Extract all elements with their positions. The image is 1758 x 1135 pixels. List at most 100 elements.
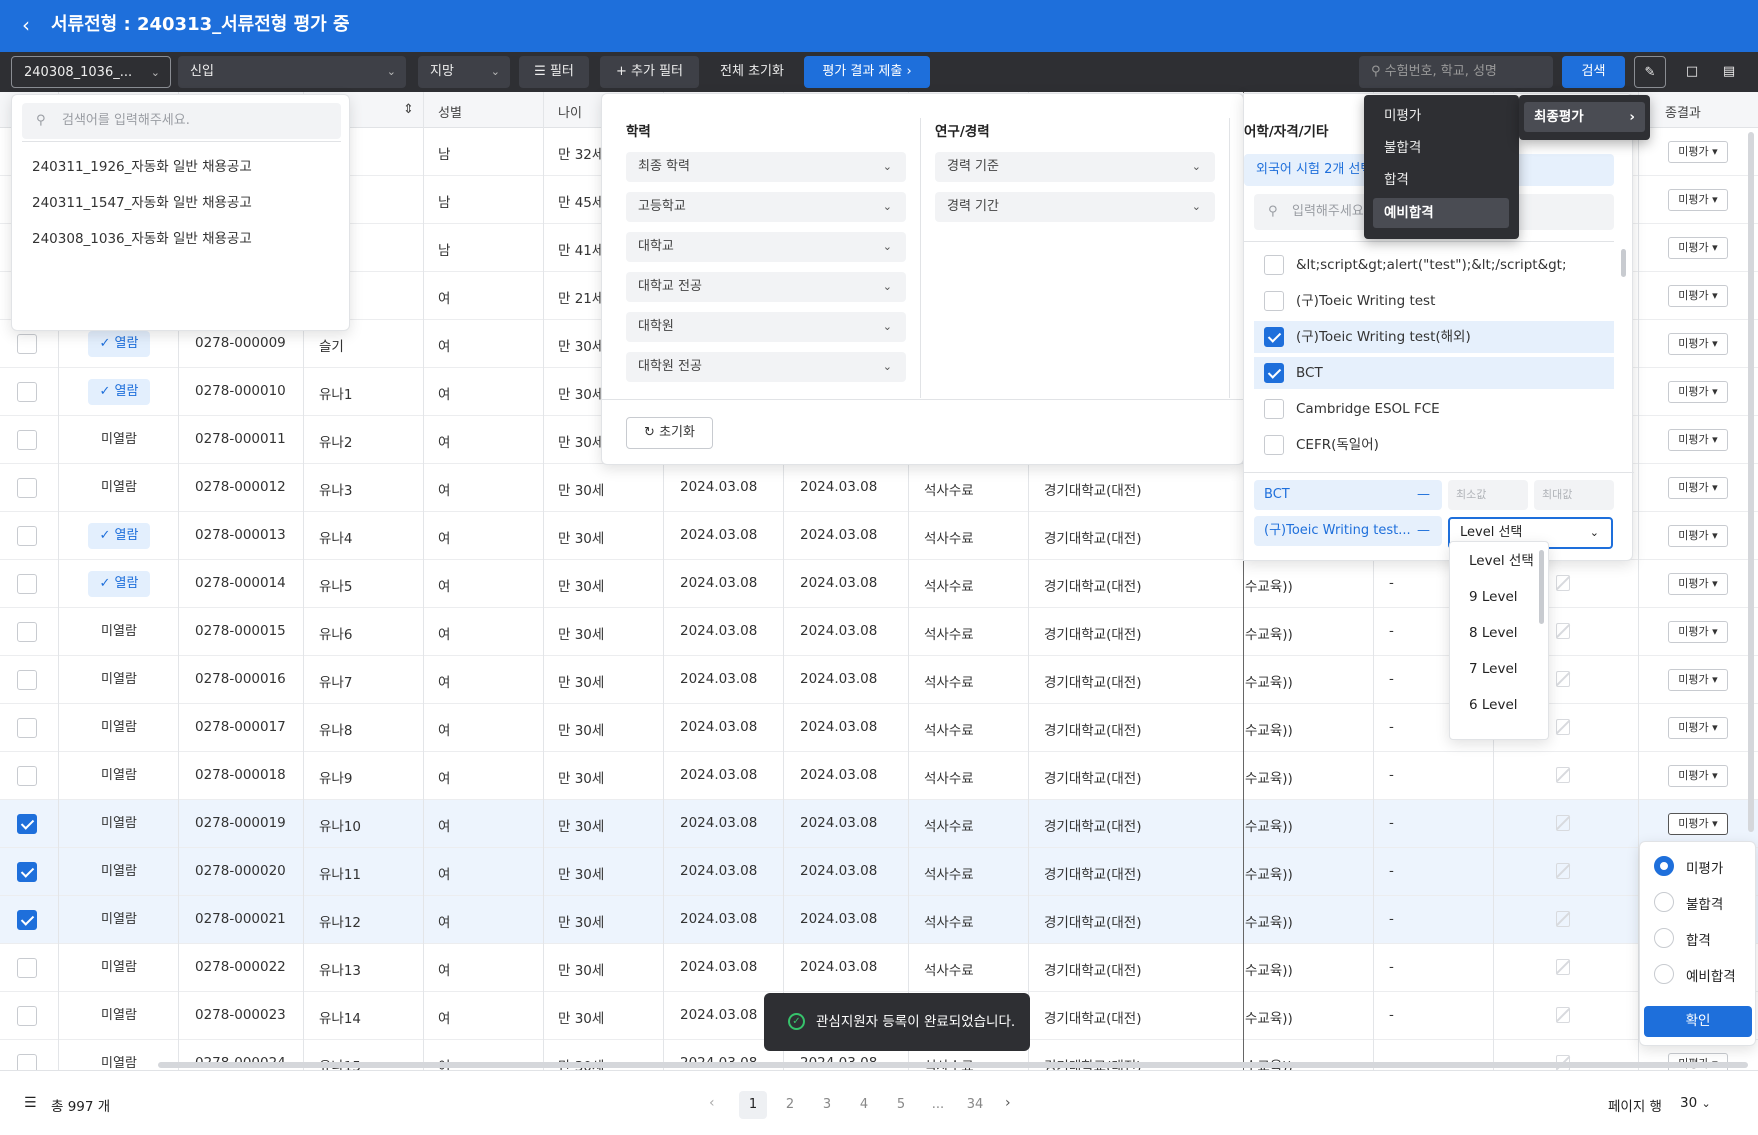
table-row[interactable]: 미열람 0278-000018 유나9 여 만 30세 2024.03.08 2024.03…	[0, 752, 1758, 800]
row-checkbox[interactable]	[17, 382, 37, 402]
eval-dropdown-button[interactable]: 미평가 ▾	[1668, 525, 1728, 547]
confirm-button[interactable]: 확인	[1644, 1006, 1752, 1037]
row-checkbox[interactable]	[17, 478, 37, 498]
page-button[interactable]: 4	[850, 1091, 878, 1119]
level-option[interactable]: 9 Level	[1469, 586, 1518, 608]
bookmark-icon[interactable]: □	[1676, 56, 1708, 88]
chevron-right-icon[interactable]: ›	[1005, 1095, 1011, 1111]
list-scrollbar[interactable]	[1539, 550, 1544, 624]
minus-icon[interactable]: —	[1417, 480, 1430, 510]
option-checkbox[interactable]	[1264, 255, 1284, 275]
row-checkbox[interactable]	[17, 334, 37, 354]
header-sort-icon[interactable]: ⇕	[403, 102, 414, 117]
apply-select[interactable]: 지망 ⌄	[418, 56, 510, 88]
menu-item[interactable]: 불합격	[1384, 137, 1421, 159]
eval-radio[interactable]	[1654, 892, 1674, 912]
menu-item[interactable]: 합격	[1384, 169, 1409, 191]
chevron-left-icon[interactable]: ‹	[709, 1095, 715, 1111]
row-checkbox[interactable]	[17, 574, 37, 594]
level-option[interactable]: 7 Level	[1469, 658, 1518, 680]
option-checkbox[interactable]	[1264, 327, 1284, 347]
page-button[interactable]: 3	[813, 1091, 841, 1119]
search-input[interactable]: ⚲ 수험번호, 학교, 성명	[1359, 56, 1553, 88]
row-checkbox[interactable]	[17, 766, 37, 786]
career-period-select[interactable]: 경력 기간 ⌄	[935, 192, 1215, 222]
graduate-major-select[interactable]: 대학원 전공 ⌄	[626, 352, 906, 382]
selected-chip-bct[interactable]: BCT —	[1254, 480, 1442, 510]
university-major-select[interactable]: 대학교 전공 ⌄	[626, 272, 906, 302]
max-value-input[interactable]: 최대값	[1534, 480, 1614, 510]
level-option[interactable]: Level 선택	[1469, 550, 1534, 572]
posting-select[interactable]: 240308_1036_... ⌄	[11, 56, 171, 88]
row-checkbox[interactable]	[17, 1006, 37, 1026]
rows-per-page-select[interactable]: 30 ⌄	[1668, 1087, 1736, 1119]
language-test-option[interactable]: BCT	[1254, 357, 1614, 389]
table-row[interactable]: 미열람 0278-000019 유나10 여 만 30세 2024.03.08 2024.0…	[0, 800, 1758, 848]
document-icon[interactable]: ▤	[1713, 56, 1745, 88]
high-school-select[interactable]: 고등학교 ⌄	[626, 192, 906, 222]
option-checkbox[interactable]	[1264, 399, 1284, 419]
search-button[interactable]: 검색	[1562, 56, 1625, 88]
eval-dropdown-button[interactable]: 미평가 ▾	[1668, 189, 1728, 211]
horizontal-scrollbar[interactable]	[158, 1062, 1748, 1068]
row-checkbox[interactable]	[17, 430, 37, 450]
posting-search-input[interactable]: ⚲ 검색어를 입력해주세요.	[22, 103, 341, 139]
page-button[interactable]: ...	[924, 1091, 952, 1119]
menu-item[interactable]: 미평가	[1384, 105, 1421, 127]
chevron-left-icon[interactable]: ‹	[22, 14, 30, 36]
page-button[interactable]: 5	[887, 1091, 915, 1119]
row-checkbox[interactable]	[17, 814, 37, 834]
list-scrollbar[interactable]	[1621, 249, 1626, 277]
reset-button[interactable]: ↻ 초기화	[626, 417, 713, 449]
eval-dropdown-button[interactable]: 미평가 ▾	[1668, 285, 1728, 307]
submit-result-button[interactable]: 평가 결과 제출 ›	[804, 56, 930, 88]
row-checkbox[interactable]	[17, 910, 37, 930]
eval-radio[interactable]	[1654, 856, 1674, 876]
eval-dropdown-button[interactable]: 미평가 ▾	[1668, 333, 1728, 355]
career-criteria-select[interactable]: 경력 기준 ⌄	[935, 152, 1215, 182]
language-test-option[interactable]: (구)Toeic Writing test	[1254, 285, 1614, 317]
edit-icon[interactable]: ✎	[1634, 56, 1666, 88]
table-row[interactable]: 미열람 0278-000020 유나11 여 만 30세 2024.03.08 2024.0…	[0, 848, 1758, 896]
option-checkbox[interactable]	[1264, 435, 1284, 455]
eval-dropdown-button[interactable]: 미평가 ▾	[1668, 381, 1728, 403]
page-button[interactable]: 2	[776, 1091, 804, 1119]
language-test-option[interactable]: CEFR(독일어)	[1254, 429, 1614, 461]
filter-button[interactable]: ☰ 필터	[519, 56, 589, 88]
vertical-scrollbar[interactable]	[1748, 132, 1754, 832]
reset-all-button[interactable]: 전체 초기화	[708, 56, 796, 88]
min-value-input[interactable]: 최소값	[1448, 480, 1528, 510]
graduate-school-select[interactable]: 대학원 ⌄	[626, 312, 906, 342]
submenu-item[interactable]: 최종평가 ›	[1524, 102, 1645, 132]
add-filter-button[interactable]: + 추가 필터	[600, 56, 699, 88]
language-test-option[interactable]: Cambridge ESOL FCE	[1254, 393, 1614, 425]
language-test-option[interactable]: &lt;script&gt;alert("test");&lt;/script&…	[1254, 249, 1614, 281]
eval-dropdown-button[interactable]: 미평가 ▾	[1668, 573, 1728, 595]
eval-dropdown-button[interactable]: 미평가 ▾	[1668, 813, 1728, 835]
eval-dropdown-button[interactable]: 미평가 ▾	[1668, 141, 1728, 163]
eval-dropdown-button[interactable]: 미평가 ▾	[1668, 621, 1728, 643]
row-checkbox[interactable]	[17, 622, 37, 642]
table-row[interactable]: 미열람 0278-000021 유나12 여 만 30세 2024.03.08 2024.0…	[0, 896, 1758, 944]
eval-dropdown-button[interactable]: 미평가 ▾	[1668, 237, 1728, 259]
posting-option[interactable]: 240308_1036_자동화 일반 채용공고	[32, 221, 252, 257]
minus-icon[interactable]: —	[1417, 516, 1430, 546]
university-select[interactable]: 대학교 ⌄	[626, 232, 906, 262]
selected-chip-toeic[interactable]: (구)Toeic Writing test... —	[1254, 516, 1442, 546]
language-test-option[interactable]: (구)Toeic Writing test(해외)	[1254, 321, 1614, 353]
page-button[interactable]: 1	[739, 1091, 767, 1119]
row-checkbox[interactable]	[17, 718, 37, 738]
posting-option[interactable]: 240311_1926_자동화 일반 채용공고	[32, 149, 252, 185]
eval-radio[interactable]	[1654, 928, 1674, 948]
row-checkbox[interactable]	[17, 1054, 37, 1070]
page-button[interactable]: 34	[961, 1091, 989, 1119]
row-checkbox[interactable]	[17, 958, 37, 978]
menu-item-active[interactable]: 예비합격	[1373, 198, 1509, 228]
option-checkbox[interactable]	[1264, 291, 1284, 311]
row-checkbox[interactable]	[17, 670, 37, 690]
eval-radio[interactable]	[1654, 964, 1674, 984]
row-checkbox[interactable]	[17, 526, 37, 546]
final-education-select[interactable]: 최종 학력 ⌄	[626, 152, 906, 182]
eval-dropdown-button[interactable]: 미평가 ▾	[1668, 429, 1728, 451]
table-row[interactable]: 미열람 0278-000022 유나13 여 만 30세 2024.03.08 2024.0…	[0, 944, 1758, 992]
